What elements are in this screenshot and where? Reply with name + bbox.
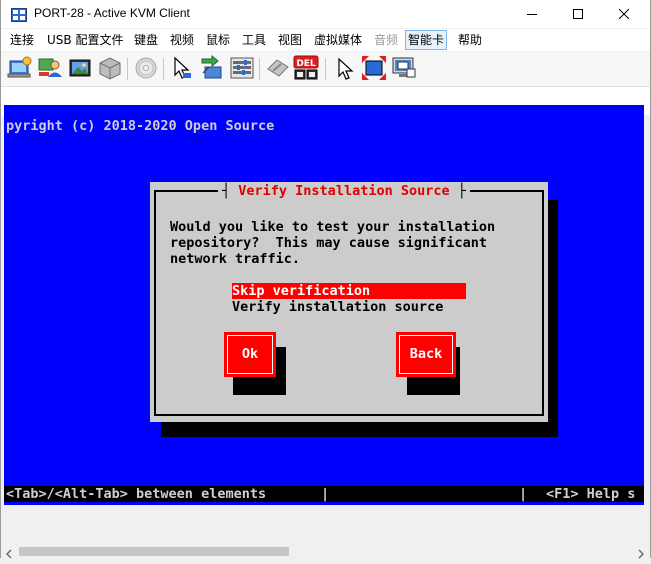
app-icon [11,7,27,22]
menu-keyboard[interactable]: 键盘 [133,31,159,49]
menu-tools[interactable]: 工具 [241,31,267,49]
dialog-title-text: Verify Installation Source [238,183,450,199]
dialog-title-bar-left: ┤ [222,183,231,199]
menu-mouse[interactable]: 鼠标 [205,31,231,49]
ctrl-alt-del-icon[interactable]: DEL [293,55,319,81]
menu-help[interactable]: 帮助 [457,31,483,49]
back-button-label: Back [409,346,443,362]
close-button[interactable] [601,0,647,28]
status-separator: | [321,486,330,502]
user-list-icon[interactable] [37,55,63,81]
toolbar: DEL [1,52,650,87]
verify-source-dialog: ┤ Verify Installation Source ├ Would you… [150,182,548,422]
back-button[interactable]: Back [396,332,456,377]
remote-display-icon[interactable] [391,55,417,81]
snapshot-icon[interactable] [67,55,93,81]
option-skip-verification[interactable]: Skip verification [232,283,466,299]
kvm-client-window: PORT-28 - Active KVM Client 连接 USB 配置文件 … [0,0,651,559]
video-settings-icon[interactable] [229,55,255,81]
menu-usb-profile[interactable]: USB 配置文件 [46,31,124,49]
menu-bar: 连接 USB 配置文件 键盘 视频 鼠标 工具 视图 虚拟媒体 音频 智能卡 帮… [1,29,650,51]
minimize-button[interactable] [509,0,555,28]
virtual-disc-icon[interactable] [133,55,159,81]
menu-smart-card[interactable]: 智能卡 [405,30,448,50]
toolbar-separator [163,58,164,80]
console-top-line: ----- -- --- -- -- -------- ----- ------… [6,105,489,110]
single-cursor-icon[interactable] [169,55,195,81]
toolbar-separator [127,58,128,80]
title-bar[interactable]: PORT-28 - Active KVM Client [1,0,650,28]
dialog-message-line: Would you like to test your installation [170,219,496,235]
del-badge-text: DEL [296,59,316,69]
menu-view[interactable]: 视图 [277,31,303,49]
ok-button-label: Ok [241,346,259,362]
menu-audio[interactable]: 音频 [373,31,399,49]
status-separator: | [519,486,528,502]
option-verify-installation-source[interactable]: Verify installation source [232,299,466,315]
scroll-right-arrow-icon[interactable] [637,545,645,564]
menu-video[interactable]: 视频 [169,31,195,49]
toolbar-separator [259,58,260,80]
remote-console[interactable]: ----- -- --- -- -- -------- ----- ------… [4,105,644,505]
menu-virtual-media[interactable]: 虚拟媒体 [313,31,363,49]
mouse-sync-icon[interactable] [199,55,225,81]
maximize-button[interactable] [555,0,601,28]
status-hint-left: <Tab>/<Alt-Tab> between elements [6,486,267,502]
fullscreen-icon[interactable] [361,55,387,81]
recorder-icon[interactable] [97,55,123,81]
ok-button[interactable]: Ok [224,332,276,377]
horizontal-scrollbar[interactable] [1,545,650,559]
console-status-bar: <Tab>/<Alt-Tab> between elements | | <F1… [4,486,644,502]
dialog-message-line: repository? This may cause significant [170,235,487,251]
dialog-message-line: network traffic. [170,251,301,267]
status-hint-right: <F1> Help s [546,486,636,502]
toolbar-separator [325,58,326,80]
dialog-title-bar-right: ├ [457,183,466,199]
scroll-left-arrow-icon[interactable] [5,545,13,564]
dialog-title: ┤ Verify Installation Source ├ [218,183,470,199]
scrollbar-thumb[interactable] [19,547,289,556]
macro-icon[interactable] [265,55,291,81]
mouse-pointer-icon[interactable] [331,55,357,81]
window-title: PORT-28 - Active KVM Client [34,6,190,20]
menu-connection[interactable]: 连接 [9,31,35,49]
console-copyright-line: pyright (c) 2018-2020 Open Source [6,118,275,134]
connection-info-icon[interactable] [7,55,33,81]
